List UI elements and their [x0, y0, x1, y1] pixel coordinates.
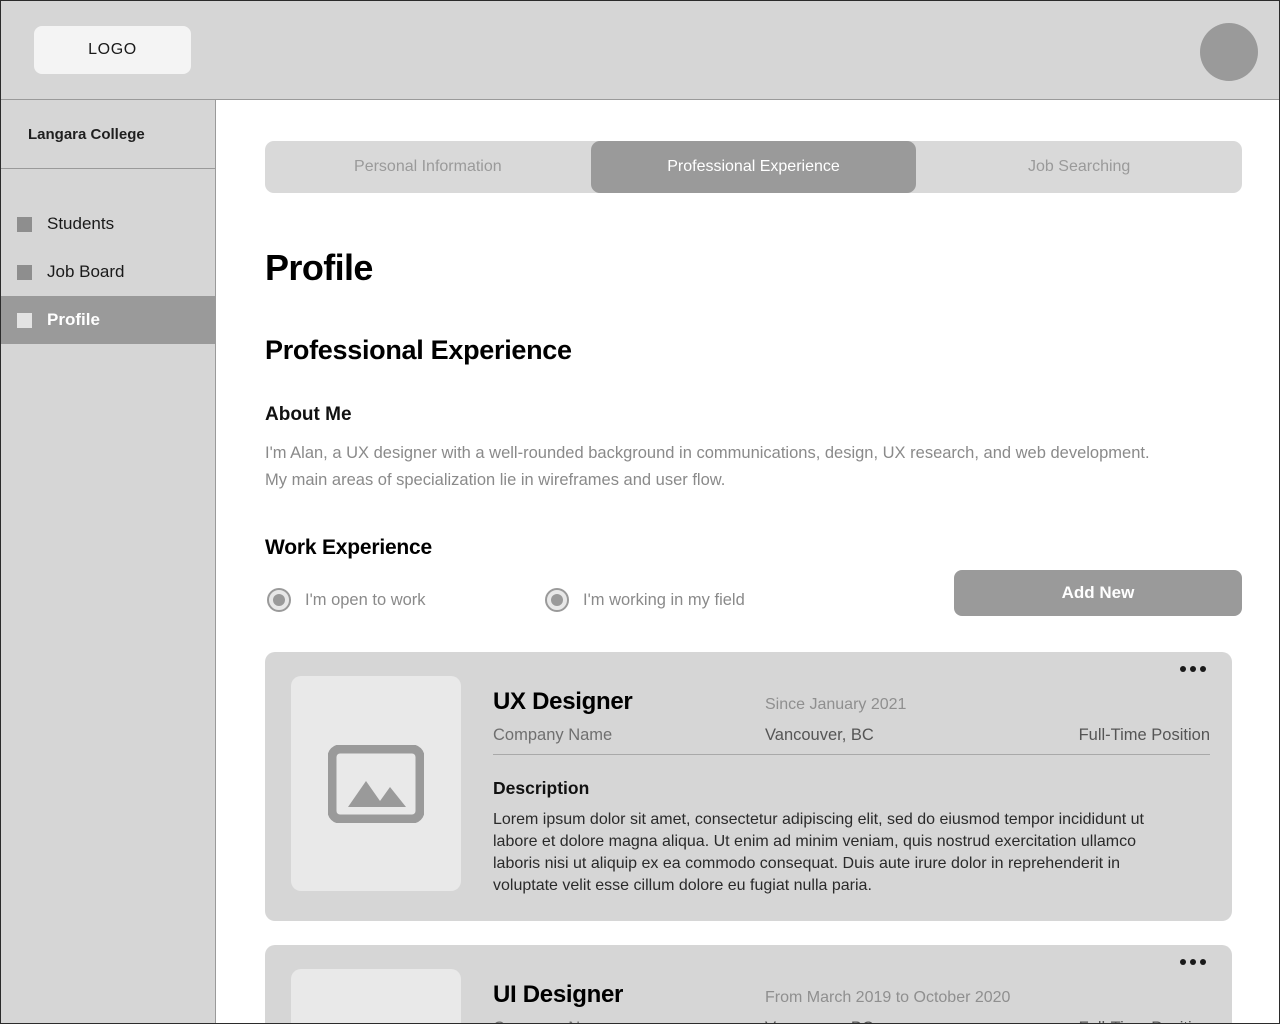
work-experience-card[interactable]: UX Designer Since January 2021 Company N…: [265, 652, 1232, 921]
organization-name: Langara College: [28, 125, 145, 143]
company-name: Company Name: [493, 1019, 765, 1023]
job-location: Vancouver, BC: [765, 726, 874, 744]
card-title-row: UX Designer Since January 2021: [493, 688, 1210, 716]
square-bullet-icon: [17, 264, 32, 280]
about-me-text: I'm Alan, a UX designer with a well-roun…: [265, 444, 1150, 489]
more-options-icon[interactable]: [1176, 955, 1210, 969]
radio-label: I'm open to work: [305, 590, 426, 609]
work-experience-controls: I'm open to work I'm working in my field…: [265, 570, 1242, 628]
tab-label: Job Searching: [1028, 158, 1131, 175]
job-period: Since January 2021: [765, 696, 907, 713]
job-location: Vancouver, BC: [765, 1019, 1079, 1023]
sidebar-item-job-board[interactable]: Job Board: [1, 248, 215, 296]
tab-personal-information[interactable]: Personal Information: [265, 141, 591, 193]
job-period: From March 2019 to October 2020: [765, 989, 1011, 1006]
description-heading: Description: [493, 778, 590, 798]
sidebar-item-label: Students: [47, 214, 115, 233]
job-title: UX Designer: [493, 688, 633, 715]
sidebar-item-profile[interactable]: Profile: [1, 296, 215, 344]
company-name: Company Name: [493, 726, 613, 744]
more-options-icon[interactable]: [1176, 662, 1210, 676]
card-meta-row: Company Name Vancouver, BC Full-Time Pos…: [493, 1019, 1210, 1023]
job-type: Full-Time Position: [1079, 1019, 1210, 1023]
tab-label: Professional Experience: [667, 158, 840, 175]
section-title: Professional Experience: [265, 335, 572, 365]
main-content: Personal Information Professional Experi…: [217, 101, 1279, 1023]
add-new-label: Add New: [1061, 583, 1135, 602]
card-meta-row: Company Name Vancouver, BC Full-Time Pos…: [493, 726, 1210, 755]
square-bullet-icon: [17, 216, 32, 232]
sidebar-nav: Students Job Board Profile: [1, 169, 215, 344]
card-thumbnail[interactable]: [291, 969, 461, 1023]
card-body: UI Designer From March 2019 to October 2…: [493, 969, 1210, 1023]
radio-button-icon[interactable]: [545, 588, 569, 612]
work-experience-heading: Work Experience: [265, 536, 433, 559]
user-avatar-icon[interactable]: [1200, 23, 1258, 81]
tab-bar: Personal Information Professional Experi…: [265, 141, 1242, 193]
add-new-button[interactable]: Add New: [954, 570, 1242, 616]
job-title: UI Designer: [493, 981, 624, 1008]
work-experience-card[interactable]: UI Designer From March 2019 to October 2…: [265, 945, 1232, 1023]
about-me-heading: About Me: [265, 404, 352, 425]
card-thumbnail[interactable]: [291, 676, 461, 891]
app-window: LOGO Langara College Students Job Board …: [0, 0, 1280, 1024]
tab-label: Personal Information: [354, 158, 502, 175]
radio-label: I'm working in my field: [583, 590, 745, 609]
logo-button[interactable]: LOGO: [34, 26, 191, 74]
square-bullet-icon: [17, 312, 32, 328]
card-body: UX Designer Since January 2021 Company N…: [493, 676, 1210, 897]
sidebar-item-students[interactable]: Students: [1, 200, 215, 248]
sidebar: Langara College Students Job Board Profi…: [1, 100, 216, 1023]
organization-block: Langara College: [1, 100, 215, 169]
radio-open-to-work[interactable]: I'm open to work: [267, 588, 426, 612]
job-type: Full-Time Position: [1078, 726, 1210, 744]
image-placeholder-icon: [328, 744, 424, 823]
description-text: Lorem ipsum dolor sit amet, consectetur …: [493, 811, 1144, 894]
radio-button-icon[interactable]: [267, 588, 291, 612]
logo-label: LOGO: [88, 41, 137, 58]
top-bar: LOGO: [1, 1, 1279, 100]
radio-working-in-field[interactable]: I'm working in my field: [545, 588, 745, 612]
page-title: Profile: [265, 247, 373, 288]
tab-job-searching[interactable]: Job Searching: [916, 141, 1242, 193]
card-title-row: UI Designer From March 2019 to October 2…: [493, 981, 1210, 1009]
sidebar-item-label: Profile: [47, 310, 100, 329]
sidebar-item-label: Job Board: [47, 262, 125, 281]
tab-professional-experience[interactable]: Professional Experience: [590, 141, 917, 193]
